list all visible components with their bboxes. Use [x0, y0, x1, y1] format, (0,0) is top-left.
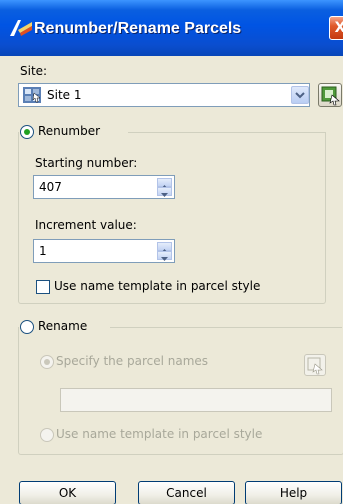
- starting-number-down-button[interactable]: [157, 187, 172, 197]
- chevron-down-icon: [161, 193, 168, 197]
- rename-use-template-radio[interactable]: [40, 428, 54, 442]
- pick-parcel-names-button[interactable]: [304, 354, 326, 376]
- rename-use-template-label: Use name template in parcel style: [56, 427, 263, 441]
- renumber-use-template-label: Use name template in parcel style: [54, 279, 261, 293]
- site-dropdown[interactable]: Site 1: [18, 83, 310, 107]
- site-dropdown-button[interactable]: [291, 86, 309, 104]
- starting-number-label: Starting number:: [35, 156, 138, 170]
- starting-number-up-button[interactable]: [157, 178, 172, 189]
- close-button[interactable]: X: [329, 16, 343, 40]
- help-button[interactable]: Help: [245, 481, 342, 504]
- increment-value-spinner: [157, 242, 172, 261]
- cancel-button[interactable]: Cancel: [138, 481, 235, 504]
- autocad-app-icon: [10, 20, 32, 36]
- site-selected-value: Site 1: [47, 88, 82, 102]
- pick-from-drawing-icon: [321, 86, 340, 106]
- ok-button[interactable]: OK: [19, 481, 116, 504]
- dialog-title: Renumber/Rename Parcels: [34, 20, 242, 37]
- site-label: Site:: [20, 64, 48, 78]
- starting-number-value: 407: [39, 180, 62, 194]
- title-bar: Renumber/Rename Parcels X: [0, 0, 343, 56]
- specify-names-radio[interactable]: [40, 355, 54, 369]
- chevron-down-icon: [295, 92, 305, 99]
- increment-value-up-button[interactable]: [157, 242, 172, 253]
- parcel-names-field[interactable]: [60, 388, 332, 412]
- site-icon: [23, 87, 41, 103]
- chevron-down-icon: [161, 257, 168, 261]
- increment-value-down-button[interactable]: [157, 251, 172, 261]
- starting-number-input[interactable]: 407: [33, 175, 175, 199]
- starting-number-spinner: [157, 178, 172, 197]
- increment-value-input[interactable]: 1: [33, 239, 175, 263]
- pick-site-button[interactable]: [318, 83, 342, 107]
- renumber-use-template-checkbox[interactable]: [36, 280, 50, 294]
- pick-from-drawing-icon: [307, 357, 323, 375]
- increment-value-label: Increment value:: [35, 218, 137, 232]
- specify-names-label: Specify the parcel names: [56, 354, 209, 368]
- increment-value-value: 1: [39, 244, 47, 258]
